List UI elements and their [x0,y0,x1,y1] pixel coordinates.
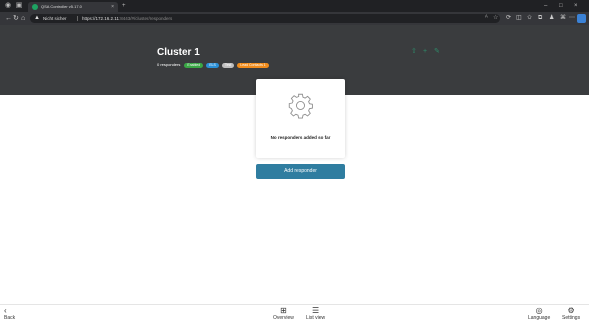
empty-state-card: No responders added so far [256,79,345,158]
type-badge: ELS [206,62,219,68]
refresh-icon[interactable]: ↻ [13,14,19,23]
tab-title: QSA Controller v5.17.0 [41,4,82,9]
warning-icon: ▲ [34,15,40,21]
overview-label: Overview [273,315,294,321]
close-window-button[interactable]: × [574,1,578,11]
maximize-button[interactable]: □ [559,1,563,11]
read-aloud-icon[interactable]: ᴬ [485,14,488,23]
settings-label: Settings [562,315,581,321]
bottom-nav-bar [0,304,589,324]
home-icon[interactable]: ⌂ [21,14,25,23]
favorites-icon[interactable]: ✩ [527,14,532,23]
page-title: Cluster 1 [157,47,200,58]
overview-button[interactable]: ⊞ Overview [273,306,294,321]
language-button[interactable]: ◎ Language [528,306,550,321]
url-text: https://172.16.2.11:8443/#/cluster/respo… [82,14,172,23]
browser-tab[interactable]: QSA Controller v5.17.0 × [28,2,118,12]
cluster-meta: 0 responders Enabled ELS Test Lead Conta… [157,62,269,68]
url-path: :8443/#/cluster/responders [118,16,173,21]
browser-address-bar: ← ↻ ⌂ ▲ Nicht sicher https://172.16.2.11… [0,12,589,25]
browser-tab-bar: ◉ ▣ QSA Controller v5.17.0 × + – □ × [0,0,589,12]
settings-button[interactable]: ⚙ Settings [562,306,580,321]
responder-count: 0 responders [157,62,181,67]
back-button[interactable]: ‹ Back [4,306,15,321]
extensions-icon[interactable]: ♟ [549,14,554,23]
list-view-label: List view [306,315,326,321]
edit-icon[interactable]: ✎ [434,47,440,57]
empty-message: No responders added so far [270,135,331,140]
tab-close-icon[interactable]: × [111,3,114,11]
tab-favicon-icon [32,4,38,10]
url-separator [77,16,78,21]
minimize-button[interactable]: – [544,1,547,11]
language-label: Language [528,315,551,321]
url-field[interactable]: ▲ Nicht sicher https://172.16.2.11:8443/… [30,14,500,23]
globe-icon: ◎ [535,306,543,315]
tab-actions-icon[interactable]: ▣ [15,2,23,10]
refresh-page-icon[interactable]: ⟳ [506,14,511,23]
list-icon: ☰ [312,306,320,315]
back-label: Back [4,315,16,321]
favorite-star-icon[interactable]: ☆ [493,14,498,23]
security-label: Nicht sicher [43,16,67,21]
url-host: https://172.16.2.11 [82,16,119,21]
mode-badge: Test [221,62,235,68]
back-arrow-icon[interactable]: ← [5,14,12,23]
more-menu-icon[interactable]: ⋯ [569,14,575,23]
copilot-icon[interactable]: ⌘ [560,14,566,23]
contacts-badge: Lead Contacts 1 [237,62,269,68]
list-view-button[interactable]: ☰ List view [306,306,325,321]
collections-icon[interactable]: ⧉ [538,14,542,23]
status-badge: Enabled [184,62,204,68]
upload-icon[interactable]: ⇧ [411,47,417,57]
chevron-left-icon: ‹ [4,306,7,315]
split-screen-icon[interactable]: ◫ [516,14,522,23]
new-tab-button[interactable]: + [122,2,126,10]
settings-gear-icon: ⚙ [567,306,575,315]
gear-icon [288,93,313,119]
add-responder-button[interactable]: Add responder [256,164,345,179]
add-icon[interactable]: + [423,47,427,57]
window-menu-icon[interactable]: ◉ [4,2,12,10]
profile-avatar[interactable] [577,14,586,23]
grid-icon: ⊞ [280,306,287,315]
